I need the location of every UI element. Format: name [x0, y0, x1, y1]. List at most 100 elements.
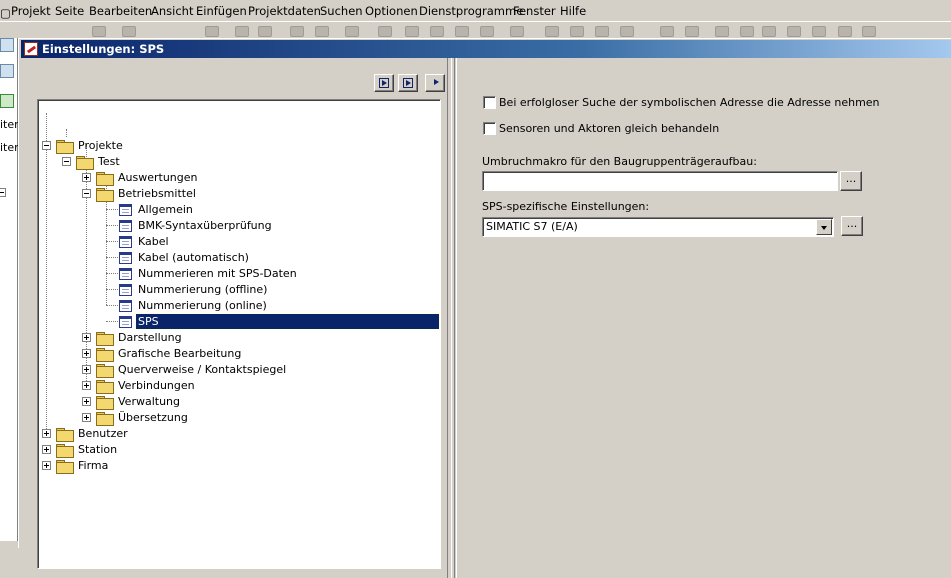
menu-fenster[interactable]: Fenster: [513, 4, 556, 18]
toolbar-button[interactable]: [595, 26, 609, 37]
expand-icon[interactable]: [82, 349, 91, 358]
toolbar-button[interactable]: [685, 26, 699, 37]
settings-page-icon: [119, 204, 132, 216]
toolbar-button[interactable]: [315, 26, 329, 37]
menu-projektdaten[interactable]: Projektdaten: [248, 4, 321, 18]
expand-icon[interactable]: [82, 365, 91, 374]
expand-icon[interactable]: [82, 413, 91, 422]
toolbar-button[interactable]: [290, 26, 304, 37]
eplan-app-icon: [24, 42, 38, 56]
menu-ansicht[interactable]: Ansicht: [151, 4, 193, 18]
tree-node-label: Grafische Bearbeitung: [118, 347, 242, 360]
menu-hilfe[interactable]: Hilfe: [560, 4, 586, 18]
checkbox-adresse-nehmen[interactable]: [483, 96, 496, 109]
nav-expand-button[interactable]: [425, 74, 445, 92]
toolbar-button[interactable]: [345, 26, 359, 37]
toolbar-button[interactable]: [405, 26, 419, 37]
collapse-icon[interactable]: [42, 141, 51, 150]
dialog-title: Einstellungen: SPS: [42, 42, 165, 56]
toolbar-button[interactable]: [430, 26, 444, 37]
toolbar-button[interactable]: [378, 26, 392, 37]
checkbox-sensoren-aktoren[interactable]: [483, 122, 496, 135]
expand-icon[interactable]: [42, 461, 51, 470]
settings-page-icon: [119, 284, 132, 296]
dialog-titlebar[interactable]: Einstellungen: SPS: [21, 40, 951, 58]
tree-node-label: Querverweise / Kontaktspiegel: [118, 363, 287, 376]
toolbar-button[interactable]: [480, 26, 494, 37]
background-label: iter: [0, 118, 19, 131]
menu-bearbeiten[interactable]: Bearbeiten: [89, 4, 152, 18]
toolbar-button[interactable]: [545, 26, 559, 37]
umbruchmakro-label: Umbruchmakro für den Baugruppenträgerauf…: [482, 155, 757, 168]
toolbar-button[interactable]: [570, 26, 584, 37]
nav-forward-button[interactable]: [398, 74, 418, 92]
tree-node-label: Nummerierung (online): [138, 299, 267, 312]
toolbar-button[interactable]: [122, 26, 136, 37]
toolbar-button[interactable]: [740, 26, 754, 37]
background-icon: [0, 64, 14, 78]
background-icon: [0, 38, 14, 52]
folder-icon: [56, 428, 74, 442]
settings-tree[interactable]: Projekte Test Auswertungen Betriebsmitte…: [37, 99, 441, 569]
folder-icon: [96, 364, 114, 378]
toolbar-button[interactable]: [762, 26, 776, 37]
toolbar-button[interactable]: [787, 26, 801, 37]
tree-node-label-selected: SPS: [135, 313, 440, 330]
toolbar-button[interactable]: [92, 26, 106, 37]
expand-icon[interactable]: [42, 445, 51, 454]
toolbar-button[interactable]: [715, 26, 729, 37]
expand-icon[interactable]: [82, 397, 91, 406]
nav-back-button[interactable]: [374, 74, 394, 92]
settings-page-icon: [119, 236, 132, 248]
toolbar-button[interactable]: [862, 26, 876, 37]
settings-page-icon: [119, 268, 132, 280]
tree-node-label: Allgemein: [138, 203, 193, 216]
tree-node-label: Verwaltung: [118, 395, 180, 408]
panel-splitter[interactable]: [447, 58, 457, 578]
menu-suchen[interactable]: Suchen: [320, 4, 363, 18]
settings-page-icon: [119, 316, 132, 328]
tree-node-label: Projekte: [78, 139, 123, 152]
toolbar-button[interactable]: [455, 26, 469, 37]
expand-icon[interactable]: [42, 429, 51, 438]
toolbar-button[interactable]: [660, 26, 674, 37]
toolbar-button[interactable]: [235, 26, 249, 37]
tree-node-label: Station: [78, 443, 118, 456]
sps-settings-select[interactable]: SIMATIC S7 (E/A): [482, 217, 834, 237]
folder-icon: [96, 348, 114, 362]
folder-icon: [56, 460, 74, 474]
tree-connector: [106, 209, 118, 210]
expand-icon[interactable]: [82, 173, 91, 182]
expand-icon[interactable]: [82, 333, 91, 342]
toolbar: [0, 23, 951, 38]
toolbar-button[interactable]: [510, 26, 524, 37]
collapse-icon[interactable]: [82, 189, 91, 198]
tree-connector: [106, 257, 118, 258]
umbruchmakro-browse-button[interactable]: ...: [840, 171, 862, 191]
expand-icon[interactable]: [82, 381, 91, 390]
tree-node-label: Kabel: [138, 235, 169, 248]
toolbar-button[interactable]: [838, 26, 852, 37]
tree-node-label: Darstellung: [118, 331, 182, 344]
tree-node-sps[interactable]: SPS: [38, 313, 440, 330]
umbruchmakro-input[interactable]: [482, 171, 838, 191]
tree-connector: [106, 241, 118, 242]
menu-dienstprogramme[interactable]: Dienstprogramme: [419, 4, 523, 18]
menu-seite[interactable]: Seite: [55, 4, 84, 18]
background-icon: [0, 94, 14, 108]
menu-optionen[interactable]: Optionen: [365, 4, 418, 18]
chevron-down-icon[interactable]: [816, 219, 832, 235]
toolbar-button[interactable]: [620, 26, 634, 37]
tree-node-label: Auswertungen: [118, 171, 198, 184]
tree-node-label: Firma: [78, 459, 109, 472]
menu-projekt[interactable]: Projekt: [11, 4, 51, 18]
toolbar-button[interactable]: [205, 26, 219, 37]
toolbar-button[interactable]: [258, 26, 272, 37]
tree-connector: [106, 225, 118, 226]
toolbar-button[interactable]: [812, 26, 826, 37]
menu-einfuegen[interactable]: Einfügen: [196, 4, 247, 18]
collapse-icon[interactable]: [62, 157, 71, 166]
sps-settings-browse-button[interactable]: ...: [841, 216, 863, 236]
tree-connector: [106, 305, 118, 306]
settings-dialog: Einstellungen: SPS Projekte Test Auswert…: [18, 38, 951, 578]
